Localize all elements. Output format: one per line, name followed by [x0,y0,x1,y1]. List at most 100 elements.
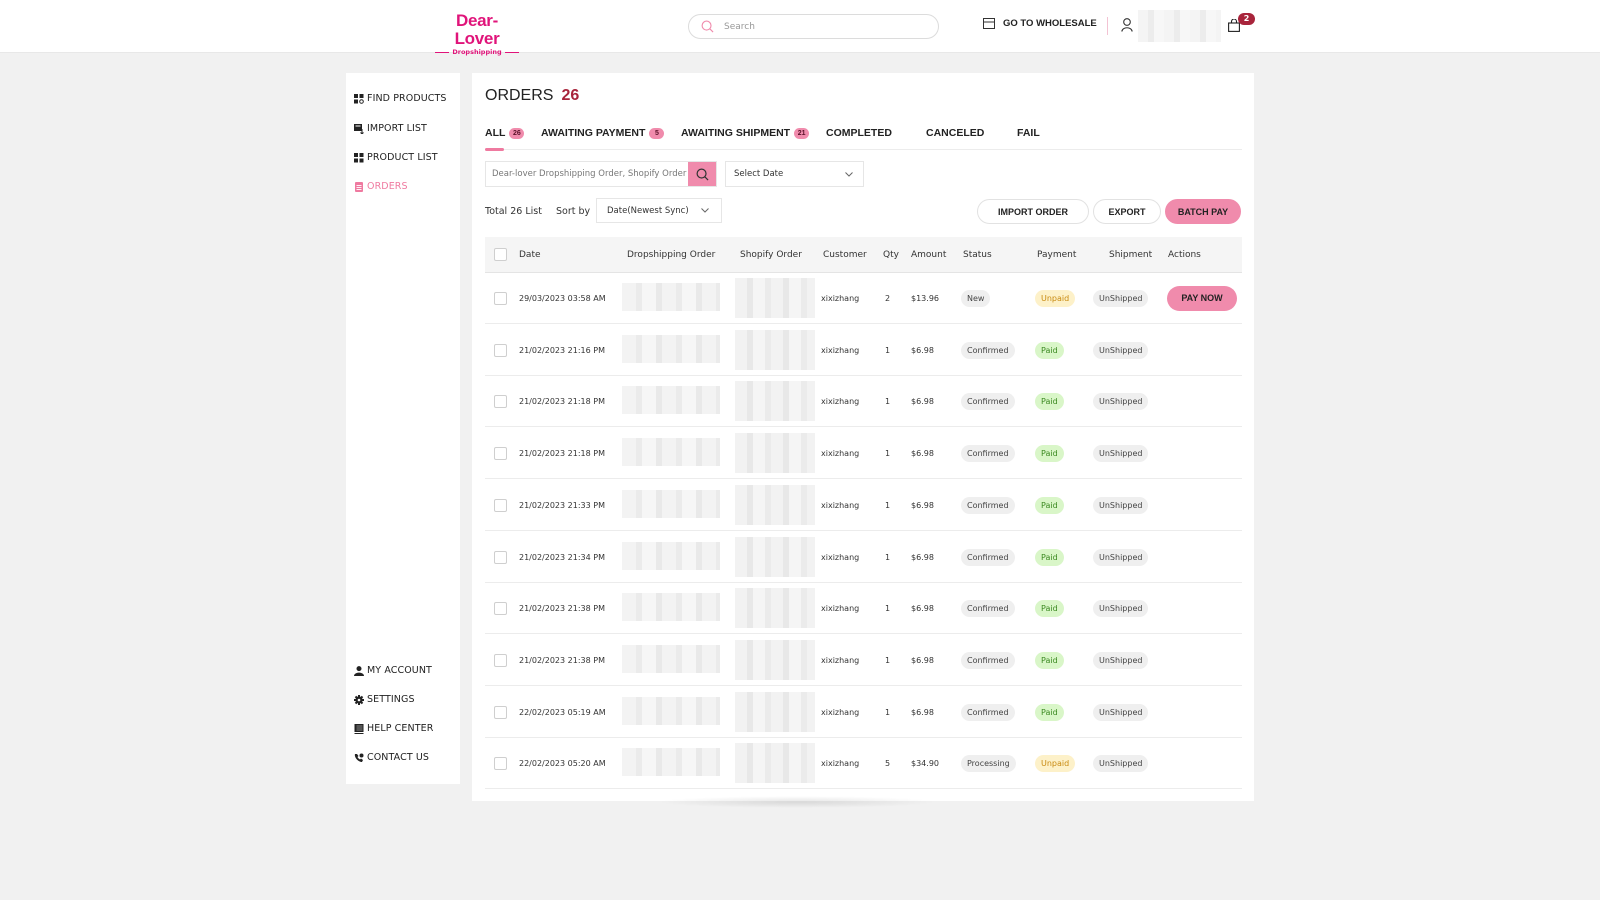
shopify-order-blurred[interactable] [735,433,815,474]
table-row[interactable]: 21/02/2023 21:34 PM xixizhang 1 $6.98 Confir… [485,532,1242,583]
table-row[interactable]: 21/02/2023 21:38 PM xixizhang 1 $6.98 Confir… [485,635,1242,686]
dropshipping-order-blurred[interactable] [622,593,720,622]
shopify-order-blurred[interactable] [735,743,815,784]
sidebar-item-import-list[interactable]: IMPORT LIST [354,123,427,134]
shopify-order-blurred[interactable] [735,691,815,732]
tab-canceled[interactable]: CANCELED [926,127,984,150]
dropshipping-order-blurred[interactable] [622,334,720,363]
sidebar-item-settings[interactable]: SETTINGS [354,694,415,705]
dropshipping-order-blurred[interactable] [622,489,720,518]
row-checkbox[interactable] [494,653,507,667]
logo[interactable]: Dear-Lover Dropshipping [435,12,519,56]
table-row[interactable]: 22/02/2023 05:20 AM xixizhang 5 $34.90 Proce… [485,738,1242,790]
dropshipping-order-blurred[interactable] [622,386,720,415]
table-row[interactable]: 21/02/2023 21:33 PM xixizhang 1 $6.98 Confir… [485,480,1242,531]
table-row[interactable]: 21/02/2023 21:18 PM xixizhang 1 $6.98 Confir… [485,376,1242,428]
payment-badge: Paid [1035,445,1064,463]
dropshipping-order-blurred[interactable] [622,438,720,467]
header-divider [1107,17,1108,35]
column-header-date[interactable]: Date [519,250,541,260]
order-amount: $6.98 [911,655,934,665]
go-to-wholesale-label: GO TO WHOLESALE [1003,18,1097,29]
sidebar-item-my-account[interactable]: MY ACCOUNT [354,665,432,676]
order-qty: 1 [885,500,891,510]
tab-label: FAIL [1017,127,1040,139]
row-checkbox[interactable] [494,447,507,461]
date-select[interactable]: Select Date [725,161,864,187]
order-qty: 1 [885,604,891,614]
site-search-input[interactable] [724,21,914,32]
orders-panel: ORDERS 26 ALL 26 AWAITING PAYMENT 5 AWAITIN… [472,73,1254,808]
order-date: 29/03/2023 03:58 AM [519,294,606,303]
payment-badge: Paid [1035,393,1064,411]
import-order-button[interactable]: IMPORT ORDER [977,199,1089,224]
sidebar-item-find-products[interactable]: FIND PRODUCTS [354,93,447,104]
row-checkbox[interactable] [494,292,507,305]
customer-name: xixizhang [821,345,860,355]
page-title: ORDERS 26 [485,87,579,105]
phone-icon [354,753,364,762]
pay-now-button[interactable]: PAY NOW [1167,286,1237,311]
dropshipping-order-blurred[interactable] [622,541,720,570]
sidebar-item-orders[interactable]: ORDERS [354,181,408,192]
row-checkbox[interactable] [494,395,507,409]
shopify-order-blurred[interactable] [735,278,815,318]
row-checkbox[interactable] [494,757,507,771]
shopify-order-blurred[interactable] [735,329,815,370]
status-badge: Confirmed [961,703,1015,721]
go-to-wholesale-link[interactable]: GO TO WHOLESALE [983,18,1097,29]
table-row[interactable]: 29/03/2023 03:58 AM xixizhang 2 $13.96 New Un… [485,273,1242,324]
dropshipping-order-blurred[interactable] [622,696,720,725]
table-row[interactable]: 21/02/2023 21:18 PM xixizhang 1 $6.98 Confir… [485,428,1242,480]
cart-count-badge: 2 [1238,13,1255,25]
batch-pay-button[interactable]: BATCH PAY [1165,199,1241,224]
order-date: 21/02/2023 21:18 PM [519,397,605,407]
select-all-checkbox[interactable] [494,248,507,261]
tab-label: AWAITING PAYMENT [541,127,646,139]
tab-awaiting-shipment[interactable]: AWAITING SHIPMENT 21 [681,127,810,150]
tab-count-badge: 26 [509,128,525,139]
account-name-blurred[interactable] [1138,10,1221,42]
dropshipping-order-blurred[interactable] [622,748,720,777]
order-tabs: ALL 26 AWAITING PAYMENT 5 AWAITING SHIPMEN… [485,127,1242,151]
user-icon[interactable] [1121,18,1133,32]
table-row[interactable]: 21/02/2023 21:16 PM xixizhang 1 $6.98 Confir… [485,325,1242,376]
table-row[interactable]: 21/02/2023 21:38 PM xixizhang 1 $6.98 Confir… [485,583,1242,635]
order-search-button[interactable] [688,162,716,186]
sidebar-item-contact-us[interactable]: CONTACT US [354,752,429,763]
shopify-order-blurred[interactable] [735,639,815,680]
sort-select[interactable]: Date(Newest Sync) [596,198,722,223]
sidebar-item-help-center[interactable]: HELP CENTER [354,723,433,734]
column-header-status: Status [963,250,992,260]
order-qty: 1 [885,449,891,459]
tab-fail[interactable]: FAIL [1017,127,1040,150]
shopify-order-blurred[interactable] [735,588,815,629]
order-amount: $6.98 [911,552,934,562]
site-search[interactable] [688,14,939,39]
shopify-order-blurred[interactable] [735,484,815,525]
tab-awaiting-payment[interactable]: AWAITING PAYMENT 5 [541,127,665,150]
row-checkbox[interactable] [494,550,507,564]
dropshipping-order-blurred[interactable] [622,283,720,311]
top-header: Dear-Lover Dropshipping GO TO WHOLESALE … [0,0,1600,56]
export-button[interactable]: EXPORT [1093,199,1161,224]
shopify-order-blurred[interactable] [735,381,815,422]
row-checkbox[interactable] [494,343,507,357]
row-checkbox[interactable] [494,498,507,512]
order-search-input[interactable] [486,162,689,186]
order-qty: 1 [885,707,891,717]
column-header-shipment: Shipment [1109,250,1153,260]
table-row[interactable]: 22/02/2023 05:19 AM xixizhang 1 $6.98 Confir… [485,687,1242,738]
sidebar-item-product-list[interactable]: PRODUCT LIST [354,152,438,163]
dropshipping-order-blurred[interactable] [622,644,720,673]
order-date: 21/02/2023 21:18 PM [519,449,605,459]
row-checkbox[interactable] [494,705,507,719]
grid-icon [354,93,364,104]
shopify-order-blurred[interactable] [735,536,815,577]
tab-all[interactable]: ALL 26 [485,127,525,151]
customer-name: xixizhang [821,604,860,614]
scroll-shadow [657,796,937,808]
row-checkbox[interactable] [494,602,507,616]
order-search [485,161,717,187]
tab-completed[interactable]: COMPLETED [826,127,892,150]
